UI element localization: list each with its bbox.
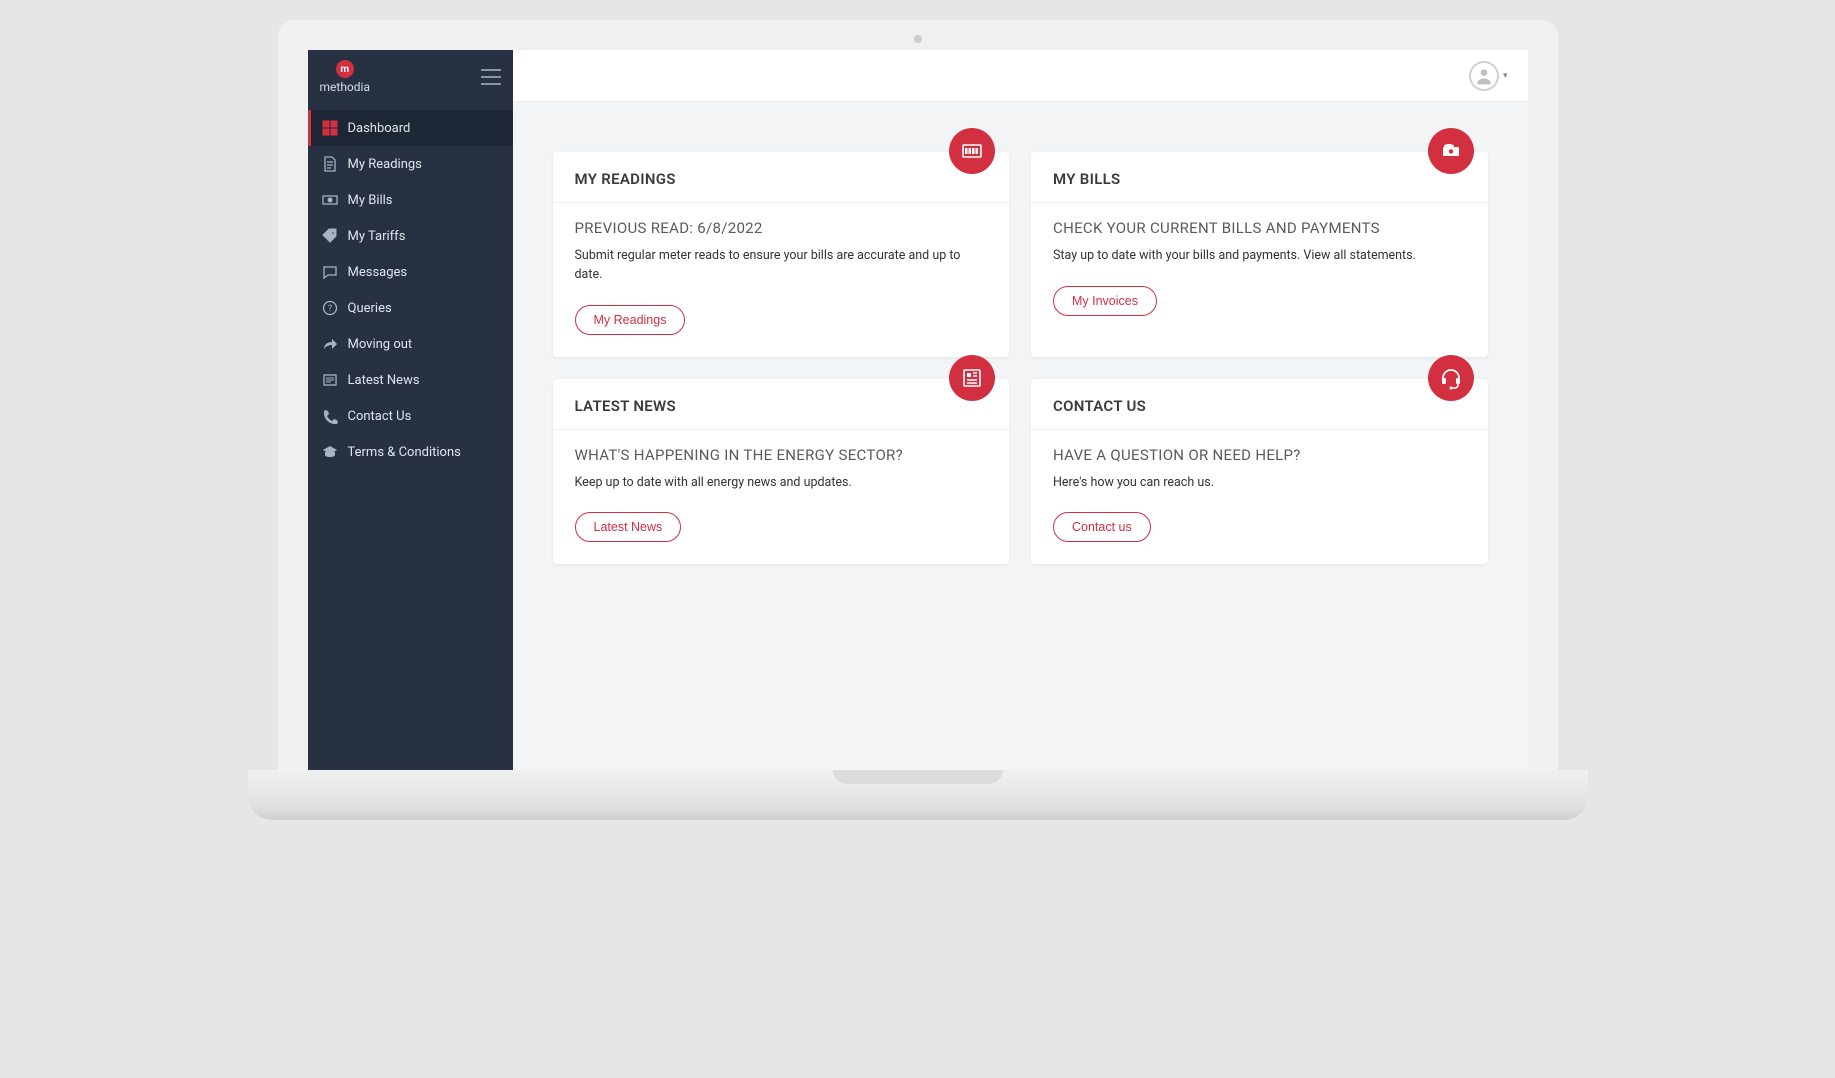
- my-invoices-button[interactable]: My Invoices: [1053, 286, 1157, 316]
- cash-icon: [1428, 128, 1474, 174]
- app-screen: m methodia Dashboard: [308, 50, 1528, 770]
- sidebar-item-messages[interactable]: Messages: [308, 254, 513, 290]
- sidebar-item-label: Latest News: [348, 373, 420, 388]
- sidebar-item-label: Contact Us: [348, 409, 412, 424]
- document-icon: [322, 156, 338, 172]
- tag-icon: [322, 228, 338, 244]
- sidebar-item-latest-news[interactable]: Latest News: [308, 362, 513, 398]
- svg-text:?: ?: [327, 304, 331, 314]
- help-icon: ?: [322, 300, 338, 316]
- card-title: MY BILLS: [1053, 170, 1466, 188]
- sidebar-item-label: Dashboard: [348, 121, 411, 136]
- meter-icon: [949, 128, 995, 174]
- laptop-camera-icon: [914, 35, 922, 43]
- card-subtitle: WHAT'S HAPPENING IN THE ENERGY SECTOR?: [575, 446, 988, 464]
- menu-toggle-button[interactable]: [481, 69, 501, 85]
- laptop-base: [248, 770, 1588, 820]
- card-contact: CONTACT US HAVE A QUESTION OR NEED HELP?…: [1031, 379, 1488, 565]
- user-menu-button[interactable]: ▾: [1469, 61, 1508, 91]
- graduation-cap-icon: [322, 444, 338, 460]
- grid-icon: [322, 120, 338, 136]
- sidebar-header: m methodia: [308, 50, 513, 110]
- sidebar-item-label: Queries: [348, 301, 392, 316]
- sidebar-item-bills[interactable]: My Bills: [308, 182, 513, 218]
- sidebar-item-label: Terms & Conditions: [348, 445, 461, 460]
- sidebar-item-dashboard[interactable]: Dashboard: [308, 110, 513, 146]
- sidebar-item-tariffs[interactable]: My Tariffs: [308, 218, 513, 254]
- sidebar-item-queries[interactable]: ? Queries: [308, 290, 513, 326]
- chat-icon: [322, 264, 338, 280]
- latest-news-button[interactable]: Latest News: [575, 512, 682, 542]
- card-subtitle: CHECK YOUR CURRENT BILLS AND PAYMENTS: [1053, 219, 1466, 237]
- sidebar: m methodia Dashboard: [308, 50, 513, 770]
- newspaper-icon: [949, 355, 995, 401]
- card-bills: MY BILLS CHECK YOUR CURRENT BILLS AND PA…: [1031, 152, 1488, 357]
- sidebar-item-terms[interactable]: Terms & Conditions: [308, 434, 513, 470]
- card-news: LATEST NEWS WHAT'S HAPPENING IN THE ENER…: [553, 379, 1010, 565]
- phone-icon: [322, 408, 338, 424]
- brand[interactable]: m methodia: [320, 60, 370, 94]
- card-title: LATEST NEWS: [575, 397, 988, 415]
- share-arrow-icon: [322, 336, 338, 352]
- brand-name: methodia: [320, 80, 370, 94]
- money-icon: [322, 192, 338, 208]
- card-subtitle: PREVIOUS READ: 6/8/2022: [575, 219, 988, 237]
- card-text: Keep up to date with all energy news and…: [575, 474, 988, 493]
- sidebar-item-moving-out[interactable]: Moving out: [308, 326, 513, 362]
- card-readings: MY READINGS PREVIOUS READ: 6/8/2022 Subm…: [553, 152, 1010, 357]
- laptop-frame: m methodia Dashboard: [278, 20, 1558, 820]
- news-icon: [322, 372, 338, 388]
- my-readings-button[interactable]: My Readings: [575, 305, 686, 335]
- sidebar-item-label: Moving out: [348, 337, 413, 352]
- main: ▾ MY READINGS PREVIOUS READ: 6/8/2022 Su…: [513, 50, 1528, 770]
- chevron-down-icon: ▾: [1503, 71, 1508, 81]
- card-text: Submit regular meter reads to ensure you…: [575, 247, 988, 285]
- sidebar-item-label: Messages: [348, 265, 408, 280]
- topbar: ▾: [513, 50, 1528, 102]
- card-title: CONTACT US: [1053, 397, 1466, 415]
- dashboard-content: MY READINGS PREVIOUS READ: 6/8/2022 Subm…: [513, 102, 1528, 770]
- brand-logo-icon: m: [336, 60, 354, 78]
- headset-icon: [1428, 355, 1474, 401]
- card-title: MY READINGS: [575, 170, 988, 188]
- sidebar-item-label: My Readings: [348, 157, 422, 172]
- card-text: Stay up to date with your bills and paym…: [1053, 247, 1466, 266]
- card-subtitle: HAVE A QUESTION OR NEED HELP?: [1053, 446, 1466, 464]
- avatar-icon: [1469, 61, 1499, 91]
- sidebar-nav: Dashboard My Readings My Bills: [308, 110, 513, 470]
- sidebar-item-label: My Tariffs: [348, 229, 406, 244]
- contact-us-button[interactable]: Contact us: [1053, 512, 1151, 542]
- sidebar-item-label: My Bills: [348, 193, 393, 208]
- sidebar-item-readings[interactable]: My Readings: [308, 146, 513, 182]
- laptop-notch: [833, 770, 1003, 784]
- card-text: Here's how you can reach us.: [1053, 474, 1466, 493]
- sidebar-item-contact-us[interactable]: Contact Us: [308, 398, 513, 434]
